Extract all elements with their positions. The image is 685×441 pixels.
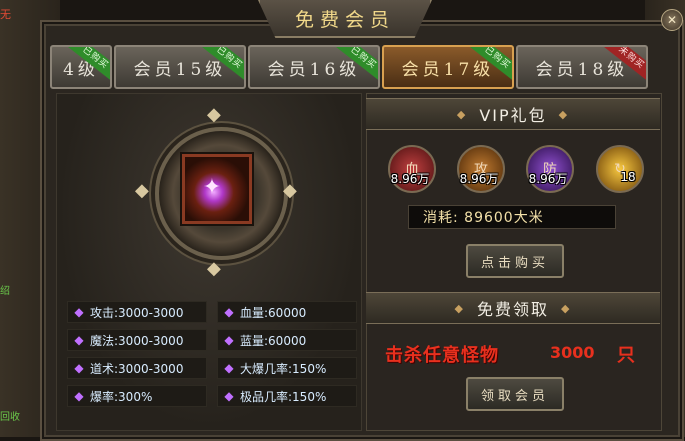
claim-member-button[interactable]: 领取会员 [466, 377, 564, 411]
level-tabs: 4级 已购买 会员15级 已购买 会员16级 已购买 会员17级 已购买 会员1… [50, 45, 670, 89]
ornament-icon: ◆ [558, 107, 570, 121]
attr-attack: ◆ 攻击:3000-3000 [67, 301, 207, 323]
gem-icon: ◆ [74, 361, 84, 375]
tab-level-17[interactable]: 会员17级 已购买 [382, 45, 514, 89]
tab-label: 会员18级 [535, 59, 629, 80]
emblem-ornament-right-icon: ◆ [283, 180, 297, 201]
tab-level-15[interactable]: 会员15级 已购买 [114, 45, 246, 89]
emblem-ornament-left-icon: ◆ [135, 180, 149, 201]
gold-scroll-icon[interactable]: ↻ [596, 145, 644, 193]
gem-icon: ◆ [74, 305, 84, 319]
edge-label-bottom: 回收 [0, 412, 20, 423]
edge-label-middle: 绍 [0, 286, 10, 297]
cost-display: 消耗: 89600大米 [408, 205, 616, 229]
item-count: 18 [620, 170, 636, 184]
gem-icon: ◆ [224, 333, 234, 347]
member-attributes-area: ◆ ◆ ◆ ◆ ✦ ◆ 攻击:3000-3000 ◆ 血量:60000 ◆ 魔法… [56, 93, 362, 431]
tab-level-18[interactable]: 会员18级 未购买 [516, 45, 648, 89]
attr-hp: ◆ 血量:60000 [217, 301, 357, 323]
gem-icon: ◆ [224, 361, 234, 375]
buy-button[interactable]: 点击购买 [466, 244, 564, 278]
tab-label: 会员17级 [401, 59, 495, 80]
attr-drop-rate: ◆ 爆率:300% [67, 385, 207, 407]
ornament-icon: ◆ [456, 107, 468, 121]
item-count: 8.96万 [459, 172, 499, 186]
tab-label: 会员15级 [133, 59, 227, 80]
title-bar: 免费会员 [258, 0, 432, 38]
edge-label-top: 无 [0, 8, 11, 21]
ornament-icon: ◆ [454, 301, 465, 315]
vip-gift-title: VIP礼包 [479, 106, 547, 125]
ornament-icon: ◆ [561, 301, 572, 315]
sparkle-icon: ✦ [202, 175, 222, 200]
tab-level-14[interactable]: 4级 已购买 [50, 45, 112, 89]
kill-unit: 只 [617, 345, 635, 366]
item-count: 8.96万 [390, 172, 430, 186]
tab-level-16[interactable]: 会员16级 已购买 [248, 45, 380, 89]
attr-big-drop-rate: ◆ 大爆几率:150% [217, 357, 357, 379]
attr-taoism: ◆ 道术:3000-3000 [67, 357, 207, 379]
kill-count: 3000 [550, 343, 595, 362]
close-button[interactable]: ✕ [661, 9, 683, 31]
attr-magic: ◆ 魔法:3000-3000 [67, 329, 207, 351]
gem-icon: ◆ [74, 389, 84, 403]
emblem-ornament-top-icon: ◆ [207, 104, 221, 125]
item-count: 8.96万 [528, 172, 568, 186]
panel-title: 免费会员 [294, 8, 395, 31]
gem-icon: ◆ [224, 305, 234, 319]
free-claim-header: ◆ 免费领取 ◆ [366, 292, 660, 324]
gem-icon: ◆ [74, 333, 84, 347]
attr-mp: ◆ 蓝量:60000 [217, 329, 357, 351]
gem-icon: ◆ [224, 389, 234, 403]
vip-gift-header: ◆ VIP礼包 ◆ [366, 98, 660, 130]
kill-requirement: 击杀任意怪物 [385, 345, 499, 366]
attr-rare-rate: ◆ 极品几率:150% [217, 385, 357, 407]
free-claim-title: 免费领取 [476, 300, 549, 319]
emblem-ornament-bottom-icon: ◆ [207, 258, 221, 279]
tab-label: 会员16级 [267, 59, 361, 80]
